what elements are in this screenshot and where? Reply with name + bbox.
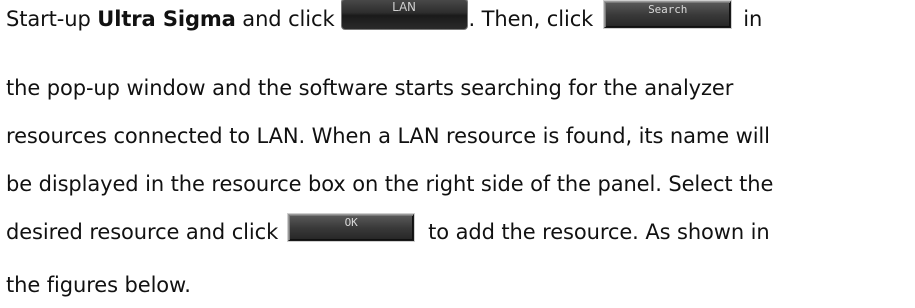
search-button[interactable]: Search	[604, 0, 732, 28]
text-add-resource: to add the resource. As shown in	[428, 220, 770, 244]
text-start-up: Start-up	[6, 7, 98, 31]
lan-button[interactable]: LAN	[340, 0, 468, 30]
paragraph-line-2: the pop-up window and the software start…	[6, 76, 734, 100]
text-desired-resource: desired resource and click	[6, 220, 279, 244]
text-then-click: . Then, click	[468, 7, 594, 31]
paragraph-line-3: resources connected to LAN. When a LAN r…	[6, 124, 770, 148]
paragraph-line-1: Start-up Ultra Sigma and click LAN. Then,…	[6, 0, 763, 36]
text-in: in	[743, 7, 763, 31]
app-name: Ultra Sigma	[97, 7, 236, 31]
paragraph-line-4: be displayed in the resource box on the …	[6, 172, 774, 196]
paragraph-line-5: desired resource and click OK to add the r…	[6, 213, 770, 247]
instruction-paragraph: Start-up Ultra Sigma and click LAN. Then,…	[0, 0, 915, 308]
ok-button[interactable]: OK	[288, 213, 415, 241]
text-and-click: and click	[235, 7, 335, 31]
paragraph-line-6: the figures below.	[6, 273, 191, 297]
